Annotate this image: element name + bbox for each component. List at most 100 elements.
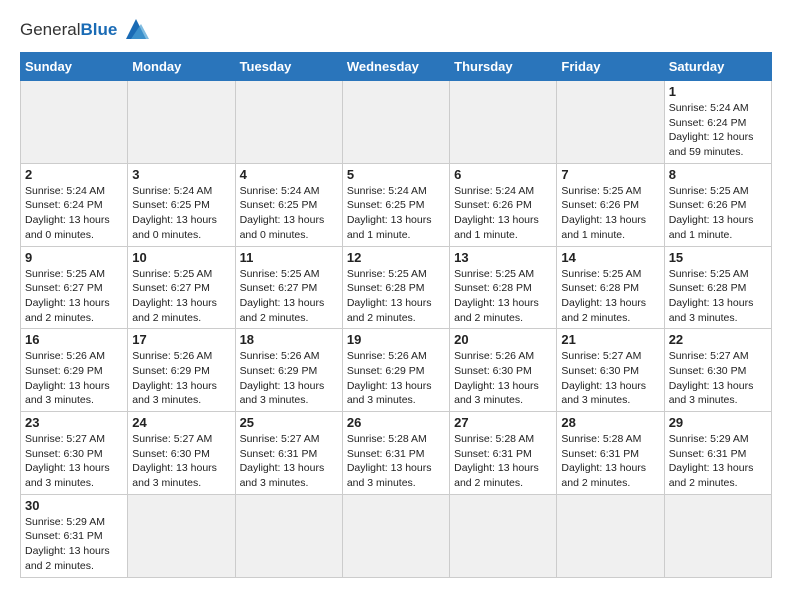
- calendar-cell: 13 Sunrise: 5:25 AMSunset: 6:28 PMDayligh…: [450, 246, 557, 329]
- calendar-cell: 5 Sunrise: 5:24 AMSunset: 6:25 PMDaylight…: [342, 163, 449, 246]
- day-info: Sunrise: 5:24 AMSunset: 6:24 PMDaylight:…: [25, 184, 123, 243]
- day-info: Sunrise: 5:26 AMSunset: 6:29 PMDaylight:…: [132, 349, 230, 408]
- calendar-cell: 24Sunrise: 5:27 AMSunset: 6:30 PMDayligh…: [128, 412, 235, 495]
- day-info: Sunrise: 5:29 AMSunset: 6:31 PMDaylight:…: [669, 432, 767, 491]
- day-number: 28: [561, 415, 659, 430]
- calendar-cell: 21 Sunrise: 5:27 AMSunset: 6:30 PMDayligh…: [557, 329, 664, 412]
- logo-blue-text: Blue: [80, 20, 117, 39]
- calendar-cell: 15Sunrise: 5:25 AMSunset: 6:28 PMDayligh…: [664, 246, 771, 329]
- calendar-table: SundayMondayTuesdayWednesdayThursdayFrid…: [20, 52, 772, 578]
- calendar-cell: [342, 494, 449, 577]
- day-number: 26: [347, 415, 445, 430]
- day-number: 30: [25, 498, 123, 513]
- day-number: 4: [240, 167, 338, 182]
- day-number: 10: [132, 250, 230, 265]
- day-number: 11: [240, 250, 338, 265]
- calendar-cell: 19 Sunrise: 5:26 AMSunset: 6:29 PMDayligh…: [342, 329, 449, 412]
- calendar-week-4: 16 Sunrise: 5:26 AMSunset: 6:29 PMDayligh…: [21, 329, 772, 412]
- header: GeneralBlue: [20, 16, 772, 44]
- day-number: 18: [240, 332, 338, 347]
- calendar-cell: 29 Sunrise: 5:29 AMSunset: 6:31 PMDayligh…: [664, 412, 771, 495]
- calendar-cell: 2 Sunrise: 5:24 AMSunset: 6:24 PMDaylight…: [21, 163, 128, 246]
- day-number: 25: [240, 415, 338, 430]
- day-number: 27: [454, 415, 552, 430]
- day-info: Sunrise: 5:25 AMSunset: 6:27 PMDaylight:…: [132, 267, 230, 326]
- day-info: Sunrise: 5:26 AMSunset: 6:29 PMDaylight:…: [347, 349, 445, 408]
- header-monday: Monday: [128, 53, 235, 81]
- calendar-cell: [128, 81, 235, 164]
- calendar-cell: 4 Sunrise: 5:24 AMSunset: 6:25 PMDaylight…: [235, 163, 342, 246]
- day-number: 29: [669, 415, 767, 430]
- day-info: Sunrise: 5:24 AMSunset: 6:26 PMDaylight:…: [454, 184, 552, 243]
- calendar-cell: 28Sunrise: 5:28 AMSunset: 6:31 PMDayligh…: [557, 412, 664, 495]
- calendar-cell: 14Sunrise: 5:25 AMSunset: 6:28 PMDayligh…: [557, 246, 664, 329]
- day-info: Sunrise: 5:26 AMSunset: 6:29 PMDaylight:…: [25, 349, 123, 408]
- day-info: Sunrise: 5:25 AMSunset: 6:28 PMDaylight:…: [561, 267, 659, 326]
- day-number: 22: [669, 332, 767, 347]
- calendar-cell: 26 Sunrise: 5:28 AMSunset: 6:31 PMDayligh…: [342, 412, 449, 495]
- day-info: Sunrise: 5:25 AMSunset: 6:28 PMDaylight:…: [347, 267, 445, 326]
- day-number: 15: [669, 250, 767, 265]
- calendar-cell: 10 Sunrise: 5:25 AMSunset: 6:27 PMDayligh…: [128, 246, 235, 329]
- day-number: 2: [25, 167, 123, 182]
- calendar-week-5: 23Sunrise: 5:27 AMSunset: 6:30 PMDayligh…: [21, 412, 772, 495]
- calendar-cell: [342, 81, 449, 164]
- day-info: Sunrise: 5:26 AMSunset: 6:30 PMDaylight:…: [454, 349, 552, 408]
- day-info: Sunrise: 5:24 AMSunset: 6:24 PMDaylight:…: [669, 101, 767, 160]
- day-info: Sunrise: 5:25 AMSunset: 6:26 PMDaylight:…: [561, 184, 659, 243]
- calendar-cell: [450, 494, 557, 577]
- day-info: Sunrise: 5:24 AMSunset: 6:25 PMDaylight:…: [347, 184, 445, 243]
- day-info: Sunrise: 5:28 AMSunset: 6:31 PMDaylight:…: [347, 432, 445, 491]
- logo-text: GeneralBlue: [20, 21, 117, 40]
- header-friday: Friday: [557, 53, 664, 81]
- day-info: Sunrise: 5:24 AMSunset: 6:25 PMDaylight:…: [240, 184, 338, 243]
- day-info: Sunrise: 5:27 AMSunset: 6:31 PMDaylight:…: [240, 432, 338, 491]
- calendar-cell: [21, 81, 128, 164]
- day-number: 6: [454, 167, 552, 182]
- day-number: 9: [25, 250, 123, 265]
- header-tuesday: Tuesday: [235, 53, 342, 81]
- header-wednesday: Wednesday: [342, 53, 449, 81]
- calendar-week-1: 1Sunrise: 5:24 AMSunset: 6:24 PMDaylight…: [21, 81, 772, 164]
- calendar-cell: 25 Sunrise: 5:27 AMSunset: 6:31 PMDayligh…: [235, 412, 342, 495]
- day-info: Sunrise: 5:28 AMSunset: 6:31 PMDaylight:…: [454, 432, 552, 491]
- day-number: 7: [561, 167, 659, 182]
- day-number: 3: [132, 167, 230, 182]
- header-sunday: Sunday: [21, 53, 128, 81]
- day-info: Sunrise: 5:25 AMSunset: 6:28 PMDaylight:…: [454, 267, 552, 326]
- calendar-cell: 11 Sunrise: 5:25 AMSunset: 6:27 PMDayligh…: [235, 246, 342, 329]
- calendar-cell: [557, 494, 664, 577]
- calendar-cell: [664, 494, 771, 577]
- header-saturday: Saturday: [664, 53, 771, 81]
- calendar-cell: 22Sunrise: 5:27 AMSunset: 6:30 PMDayligh…: [664, 329, 771, 412]
- calendar-cell: 1Sunrise: 5:24 AMSunset: 6:24 PMDaylight…: [664, 81, 771, 164]
- day-info: Sunrise: 5:25 AMSunset: 6:26 PMDaylight:…: [669, 184, 767, 243]
- calendar-cell: 8 Sunrise: 5:25 AMSunset: 6:26 PMDaylight…: [664, 163, 771, 246]
- day-info: Sunrise: 5:27 AMSunset: 6:30 PMDaylight:…: [561, 349, 659, 408]
- calendar-cell: 20Sunrise: 5:26 AMSunset: 6:30 PMDayligh…: [450, 329, 557, 412]
- calendar-cell: 12Sunrise: 5:25 AMSunset: 6:28 PMDayligh…: [342, 246, 449, 329]
- day-info: Sunrise: 5:27 AMSunset: 6:30 PMDaylight:…: [132, 432, 230, 491]
- calendar-cell: 18Sunrise: 5:26 AMSunset: 6:29 PMDayligh…: [235, 329, 342, 412]
- calendar-week-2: 2 Sunrise: 5:24 AMSunset: 6:24 PMDaylight…: [21, 163, 772, 246]
- day-number: 21: [561, 332, 659, 347]
- day-number: 13: [454, 250, 552, 265]
- calendar-cell: 3Sunrise: 5:24 AMSunset: 6:25 PMDaylight…: [128, 163, 235, 246]
- day-number: 8: [669, 167, 767, 182]
- calendar-cell: 30Sunrise: 5:29 AMSunset: 6:31 PMDayligh…: [21, 494, 128, 577]
- day-number: 5: [347, 167, 445, 182]
- day-info: Sunrise: 5:25 AMSunset: 6:27 PMDaylight:…: [240, 267, 338, 326]
- calendar-cell: [128, 494, 235, 577]
- day-number: 17: [132, 332, 230, 347]
- day-number: 16: [25, 332, 123, 347]
- calendar-header-row: SundayMondayTuesdayWednesdayThursdayFrid…: [21, 53, 772, 81]
- header-thursday: Thursday: [450, 53, 557, 81]
- calendar-cell: 17 Sunrise: 5:26 AMSunset: 6:29 PMDayligh…: [128, 329, 235, 412]
- logo-icon: [121, 14, 151, 44]
- calendar-cell: [235, 494, 342, 577]
- calendar-cell: 16 Sunrise: 5:26 AMSunset: 6:29 PMDayligh…: [21, 329, 128, 412]
- day-number: 19: [347, 332, 445, 347]
- calendar-week-3: 9 Sunrise: 5:25 AMSunset: 6:27 PMDaylight…: [21, 246, 772, 329]
- calendar-cell: [235, 81, 342, 164]
- day-info: Sunrise: 5:25 AMSunset: 6:27 PMDaylight:…: [25, 267, 123, 326]
